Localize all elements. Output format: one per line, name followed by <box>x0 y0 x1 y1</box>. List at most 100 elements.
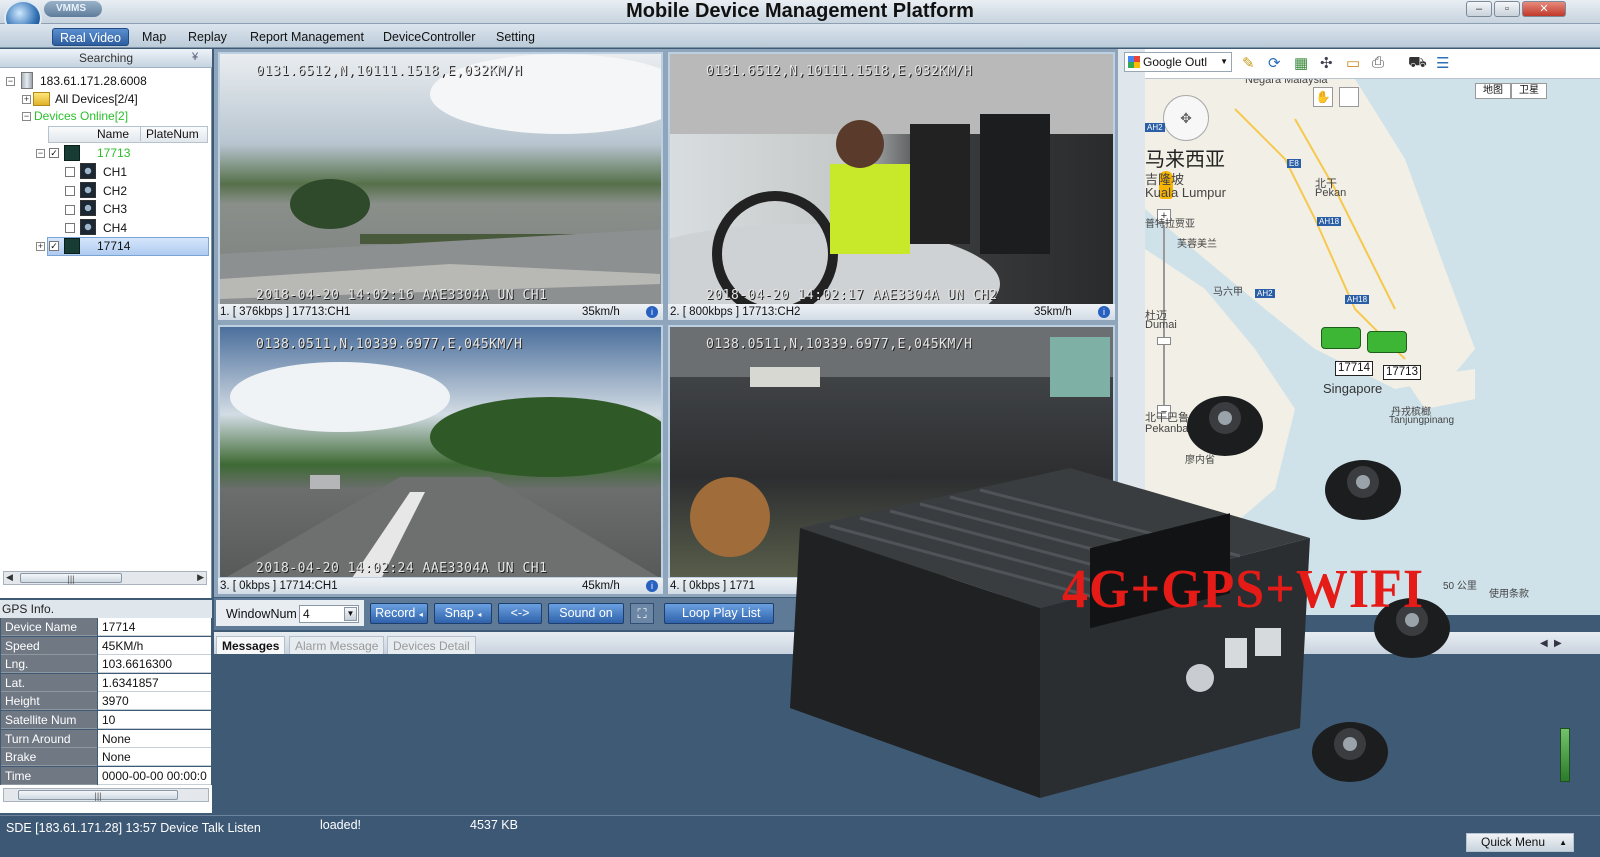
minimize-button[interactable]: – <box>1466 1 1492 17</box>
window-num-label: WindowNum <box>226 607 297 621</box>
vehicle-icon[interactable] <box>1367 331 1407 353</box>
measure-tool-icon[interactable]: ✎ <box>1242 54 1255 72</box>
collapse-icon[interactable]: − <box>6 77 15 86</box>
print-icon[interactable]: ⎙ <box>1372 54 1384 71</box>
menu-report-management[interactable]: Report Management <box>243 28 371 46</box>
channel-ch2[interactable]: CH2 <box>103 182 127 200</box>
vehicle-label-17714[interactable]: 17714 <box>1335 361 1373 376</box>
vehicle-label-17713[interactable]: 17713 <box>1383 365 1421 380</box>
folder-map-icon[interactable]: ▭ <box>1346 54 1360 72</box>
channel-ch4[interactable]: CH4 <box>103 219 127 237</box>
menu-device-controller[interactable]: DeviceController <box>376 28 482 46</box>
window-num-select[interactable]: 4 ▼ <box>299 605 359 623</box>
server-node[interactable]: 183.61.171.28.6008 <box>40 72 147 90</box>
menu-replay[interactable]: Replay <box>181 28 234 46</box>
channel-checkbox[interactable] <box>65 167 75 177</box>
level-meter <box>1560 728 1570 782</box>
swap-button[interactable]: <-> <box>498 603 542 624</box>
expand-icon[interactable]: + <box>36 242 45 251</box>
loop-play-list-button[interactable]: Loop Play List <box>664 603 774 624</box>
map-label: 马六甲 <box>1213 287 1243 298</box>
snap-button[interactable]: Snap ◂ <box>434 603 492 624</box>
window-num-value: 4 <box>303 607 310 621</box>
double-chevron-down-icon[interactable]: ¥ <box>192 51 198 63</box>
devices-online-node[interactable]: Devices Online[2] <box>34 107 128 125</box>
channel-checkbox[interactable] <box>65 223 75 233</box>
scroll-left-icon[interactable]: ◀ <box>6 572 13 583</box>
select-tool-icon[interactable] <box>1339 87 1359 107</box>
menu-bar <box>0 24 1600 48</box>
device-checkbox[interactable]: ✓ <box>49 241 59 251</box>
search-header[interactable]: Searching <box>0 49 212 68</box>
camera-icon <box>80 182 96 198</box>
video-1[interactable]: 0131.6512,N,10111.1518,E,032KM/H 2018-04… <box>218 52 663 306</box>
tab-scroll-right-icon[interactable]: ▶ <box>1554 638 1562 649</box>
search-label: Searching <box>78 51 134 65</box>
scroll-thumb[interactable]: ||| <box>20 573 122 584</box>
sound-button[interactable]: Sound on <box>548 603 624 624</box>
video-2[interactable]: 0131.6512,N,10111.1518,E,032KM/H 2018-04… <box>668 52 1115 306</box>
collapse-icon[interactable]: − <box>36 149 45 158</box>
map-pan-control[interactable]: ✥ <box>1163 95 1209 141</box>
expand-icon[interactable]: + <box>22 95 31 104</box>
fullscreen-icon[interactable]: ⛶ <box>630 603 654 624</box>
gps-value: 10 <box>98 711 211 729</box>
column-platenum[interactable]: PlateNum <box>140 127 199 141</box>
video-1-speed: 35km/h <box>582 306 620 318</box>
vehicle-icon[interactable] <box>1321 327 1361 349</box>
hand-tool-icon[interactable]: ✋ <box>1313 87 1333 107</box>
video-1-stream: 1. [ 376kbps ] 17713:CH1 <box>220 306 351 318</box>
info-icon[interactable]: i <box>646 580 658 592</box>
camera-icon <box>80 163 96 179</box>
menu-real-video[interactable]: Real Video <box>52 28 129 46</box>
map-label-singapore: Singapore <box>1323 381 1383 396</box>
chevron-down-icon[interactable]: ▼ <box>344 607 357 621</box>
channel-checkbox[interactable] <box>65 186 75 196</box>
layers-icon[interactable]: ▦ <box>1294 54 1308 72</box>
video-3[interactable]: 0138.0511,N,10339.6977,E,045KM/H 2018-04… <box>218 325 663 579</box>
column-name[interactable]: Name <box>97 127 129 141</box>
device-checkbox[interactable]: ✓ <box>49 148 59 158</box>
map-label: Tanjungpinang <box>1389 415 1455 426</box>
zoom-slider-handle[interactable] <box>1157 337 1171 345</box>
info-icon[interactable]: i <box>1098 306 1110 318</box>
tab-messages[interactable]: Messages <box>216 636 286 654</box>
chevron-down-icon[interactable]: ▼ <box>1220 53 1228 71</box>
vehicle-tool-icon[interactable]: ⛟ <box>1408 54 1427 73</box>
tab-alarm-message[interactable]: Alarm Message <box>289 636 385 654</box>
map-label: 普特拉贾亚 <box>1145 219 1195 230</box>
map-terms[interactable]: 使用条款 <box>1489 585 1529 600</box>
menu-map[interactable]: Map <box>135 28 173 46</box>
menu-setting[interactable]: Setting <box>489 28 542 46</box>
scroll-thumb[interactable]: ||| <box>18 790 178 801</box>
gps-scrollbar[interactable]: ||| <box>3 788 209 802</box>
map-type-map[interactable]: 地图 <box>1475 83 1511 99</box>
maximize-button[interactable]: ▫ <box>1494 1 1520 17</box>
quick-menu-button[interactable]: Quick Menu ▲ <box>1466 833 1574 852</box>
list-icon[interactable]: ☰ <box>1436 54 1449 72</box>
map-type-satellite[interactable]: 卫星 <box>1511 83 1547 99</box>
osd-top: 0138.0511,N,10339.6977,E,045KM/H <box>706 337 973 352</box>
tab-scroll-left-icon[interactable]: ◀ <box>1540 638 1548 649</box>
channel-ch1[interactable]: CH1 <box>103 163 127 181</box>
device-17713[interactable]: 17713 <box>97 144 130 162</box>
tab-devices-detail[interactable]: Devices Detail <box>387 636 476 654</box>
channel-ch3[interactable]: CH3 <box>103 200 127 218</box>
road-badge: AH2 <box>1255 289 1275 298</box>
scroll-right-icon[interactable]: ▶ <box>197 572 204 583</box>
gps-value: 1.6341857 <box>98 673 211 692</box>
refresh-icon[interactable]: ⟳ <box>1268 54 1281 72</box>
device-17714[interactable]: 17714 <box>97 237 130 255</box>
tree-scrollbar[interactable]: ◀ ||| ▶ <box>3 571 207 585</box>
device-icon <box>64 145 80 161</box>
all-devices-node[interactable]: All Devices[2/4] <box>55 90 138 108</box>
device-icon <box>64 238 80 254</box>
gps-value: 0000-00-00 00:00:0 <box>98 766 211 785</box>
close-button[interactable]: ✕ <box>1522 1 1566 17</box>
map-provider-select[interactable]: Google Outl ▼ <box>1124 52 1232 72</box>
channel-checkbox[interactable] <box>65 205 75 215</box>
info-icon[interactable]: i <box>646 306 658 318</box>
record-button[interactable]: Record ◂ <box>370 603 428 624</box>
collapse-icon[interactable]: − <box>22 112 31 121</box>
center-icon[interactable]: ✣ <box>1320 54 1333 72</box>
